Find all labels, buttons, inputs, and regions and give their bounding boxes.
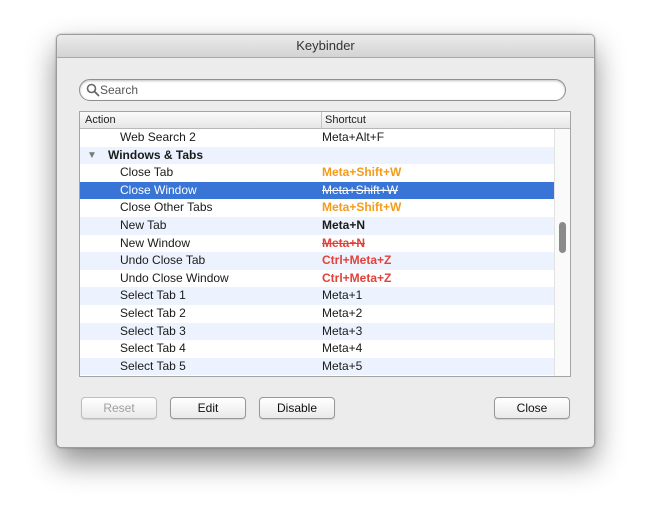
row-shortcut: Meta+2 [322,305,363,320]
row-shortcut: Ctrl+Meta+Z [322,253,392,268]
table-header: Action Shortcut [80,112,570,129]
row-shortcut: Meta+N [322,217,366,232]
row-action: Undo Close Tab [120,253,206,268]
scrollbar-thumb[interactable] [559,222,566,253]
table-row[interactable]: New Window Meta+N [80,235,556,253]
row-action: Select Tab 4 [120,341,186,356]
row-action: Web Search 2 [120,130,196,144]
row-shortcut: Meta+3 [322,323,363,338]
table-row-selected[interactable]: Close Window Meta+Shift+W [80,181,556,200]
disclosure-triangle-icon[interactable]: ▼ [87,147,97,165]
search-icon [86,83,100,97]
table-row[interactable]: Undo Close Window Ctrl+Meta+Z [80,270,556,288]
row-shortcut: Meta+Shift+W [322,182,399,197]
close-button[interactable]: Close [494,397,570,419]
row-action: Select Tab 5 [120,358,186,373]
edit-button[interactable]: Edit [170,397,246,419]
table-row[interactable]: Undo Close Tab Ctrl+Meta+Z [80,252,556,270]
table-row[interactable]: Web Search 2 Meta+Alt+F [80,129,556,147]
table-row[interactable]: Select Tab 3 Meta+3 [80,322,556,341]
row-shortcut: Meta+Shift+W [322,165,402,180]
table-row[interactable]: Close Other Tabs Meta+Shift+W [80,199,556,217]
column-header-shortcut[interactable]: Shortcut [321,112,366,128]
keybindings-table: Action Shortcut Web Search 2 Meta+Alt+F … [79,111,571,377]
row-action: Close Other Tabs [120,200,213,215]
table-row[interactable]: New Tab Meta+N [80,216,556,235]
row-shortcut: Meta+Shift+W [322,200,402,215]
row-action: Select Tab 1 [120,288,186,303]
row-action: Select Tab 2 [120,305,186,320]
table-rows: Web Search 2 Meta+Alt+F ▼ Windows & Tabs… [80,129,556,376]
table-row[interactable]: Close Tab Meta+Shift+W [80,164,556,182]
table-row[interactable]: Select Tab 1 Meta+1 [80,287,556,305]
row-action: New Tab [120,217,167,232]
row-action: Close Window [120,182,197,197]
row-action: Select Tab 3 [120,323,186,338]
table-row[interactable]: Select Tab 2 Meta+2 [80,305,556,323]
disable-button[interactable]: Disable [259,397,335,419]
row-action: Close Tab [120,165,174,180]
table-row[interactable]: Select Tab 4 Meta+4 [80,340,556,358]
window-title: Keybinder [57,35,594,58]
row-action: New Window [120,235,191,250]
row-shortcut: Meta+N [322,235,366,250]
row-shortcut: Meta+Alt+F [322,130,385,144]
row-action: Undo Close Window [120,270,229,285]
reset-button[interactable]: Reset [81,397,157,419]
search-input[interactable] [100,82,555,98]
row-shortcut: Ctrl+Meta+Z [322,270,392,285]
row-shortcut: Meta+4 [322,341,363,356]
row-shortcut: Meta+1 [322,288,363,303]
keybinder-window: Keybinder Action Shortcut Web Search 2 M… [56,34,595,448]
table-row-group[interactable]: ▼ Windows & Tabs [80,146,556,165]
table-row[interactable]: Select Tab 5 Meta+5 [80,357,556,376]
row-shortcut: Meta+5 [322,358,363,373]
vertical-scrollbar[interactable] [554,129,570,376]
group-label: Windows & Tabs [108,147,204,162]
search-field[interactable] [79,79,566,101]
column-header-action[interactable]: Action [85,112,116,128]
